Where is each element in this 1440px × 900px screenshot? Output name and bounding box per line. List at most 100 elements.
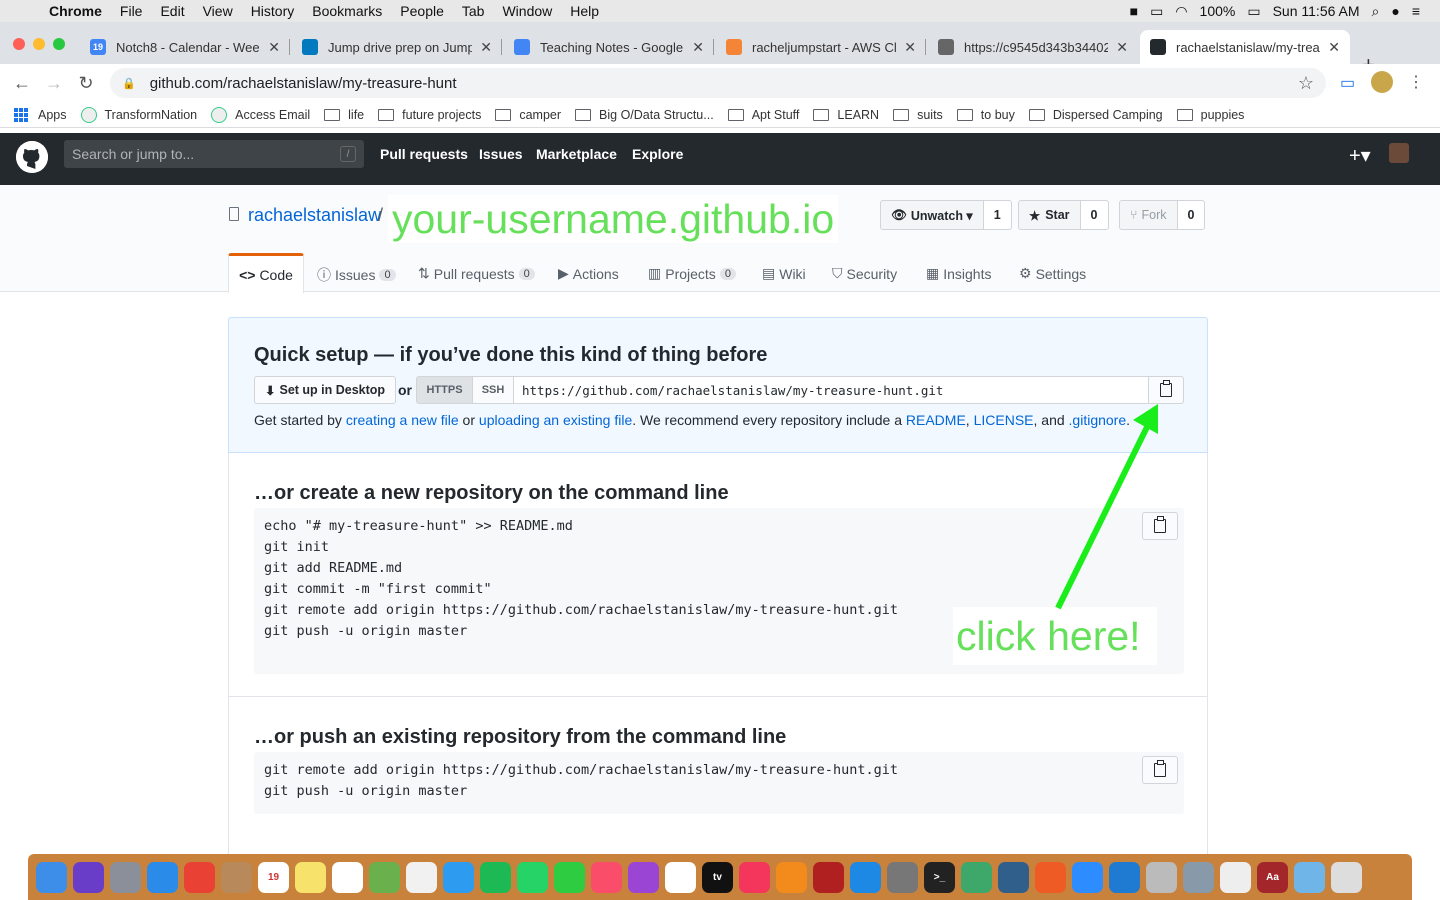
menu-window[interactable]: Window <box>493 3 561 19</box>
tab-settings[interactable]: ⚙ Settings <box>1019 265 1086 282</box>
nav-marketplace[interactable]: Marketplace <box>536 146 617 162</box>
menu-app-name[interactable]: Chrome <box>40 3 111 19</box>
chrome-icon[interactable] <box>184 861 215 893</box>
unwatch-button[interactable]: 👁 Unwatch ▾ <box>880 200 984 230</box>
star-button[interactable]: ★ Star <box>1018 200 1081 230</box>
trash-icon[interactable] <box>1331 861 1362 893</box>
close-tab-icon[interactable]: ✕ <box>692 39 704 56</box>
menu-tab[interactable]: Tab <box>453 3 494 19</box>
bookmark-item[interactable]: suits <box>893 108 943 122</box>
contacts-icon[interactable] <box>221 861 252 893</box>
books-icon[interactable] <box>776 861 807 893</box>
address-bar[interactable]: 🔒 github.com/rachaelstanislaw/my-treasur… <box>110 68 1326 98</box>
close-tab-icon[interactable]: ✕ <box>480 39 492 56</box>
close-tab-icon[interactable]: ✕ <box>268 39 280 56</box>
menu-file[interactable]: File <box>111 3 152 19</box>
battery-percent[interactable]: 100% <box>1200 3 1236 19</box>
vscode-icon[interactable] <box>1109 861 1140 893</box>
bookmark-item[interactable]: life <box>324 108 364 122</box>
browser-tab[interactable]: Teaching Notes - Google D ✕ <box>504 30 714 64</box>
airplay-icon[interactable]: ▭ <box>1150 3 1163 20</box>
zoom-window-button[interactable] <box>53 38 65 50</box>
apple-tv-icon[interactable]: tv <box>702 861 733 893</box>
github-search-input[interactable]: Search or jump to... / <box>64 140 364 168</box>
safari-icon[interactable] <box>147 861 178 893</box>
bookmark-item[interactable]: puppies <box>1176 108 1244 122</box>
ssh-toggle[interactable]: SSH <box>472 376 514 404</box>
tab-insights[interactable]: ▦ Insights <box>926 265 991 282</box>
photos-icon[interactable] <box>406 861 437 893</box>
repo-owner-link[interactable]: rachaelstanislaw <box>248 205 381 226</box>
facetime-icon[interactable] <box>554 861 585 893</box>
close-tab-icon[interactable]: ✕ <box>1116 39 1128 56</box>
menu-people[interactable]: People <box>391 3 453 19</box>
profile-avatar[interactable] <box>1371 71 1393 93</box>
readme-link[interactable]: README <box>906 412 966 428</box>
close-window-button[interactable] <box>13 38 25 50</box>
photo-booth-icon[interactable] <box>813 861 844 893</box>
terminal-icon[interactable]: >_ <box>924 861 955 893</box>
bookmark-item[interactable]: LEARN <box>813 108 879 122</box>
menu-edit[interactable]: Edit <box>151 3 193 19</box>
create-new-dropdown[interactable]: +▾ <box>1349 143 1371 168</box>
whatsapp-icon[interactable] <box>517 861 548 893</box>
preview-icon[interactable] <box>1146 861 1177 893</box>
browser-tab[interactable]: https://c9545d343b34402 ✕ <box>928 30 1138 64</box>
cast-icon[interactable]: ▭ <box>1340 73 1355 93</box>
tab-code[interactable]: <> Code <box>228 253 304 293</box>
copy-clone-url-button[interactable] <box>1148 376 1184 404</box>
nav-issues[interactable]: Issues <box>479 146 523 162</box>
spotlight-search-icon[interactable]: ⌕ <box>1372 3 1380 20</box>
fork-count[interactable]: 0 <box>1177 200 1206 230</box>
menu-view[interactable]: View <box>194 3 242 19</box>
system-preferences-icon[interactable] <box>887 861 918 893</box>
github-logo-icon[interactable] <box>16 141 48 173</box>
browser-tab[interactable]: 19 Notch8 - Calendar - Week o ✕ <box>80 30 290 64</box>
screen-record-icon[interactable]: ■ <box>1130 3 1138 19</box>
bookmark-star-icon[interactable]: ☆ <box>1298 73 1314 94</box>
slack-icon[interactable] <box>665 861 696 893</box>
textedit-icon[interactable] <box>1220 861 1251 893</box>
menu-history[interactable]: History <box>242 3 304 19</box>
browser-tab[interactable]: racheljumpstart - AWS Clou ✕ <box>716 30 926 64</box>
watch-count[interactable]: 1 <box>983 200 1012 230</box>
app-store-icon[interactable] <box>850 861 881 893</box>
news-icon[interactable] <box>739 861 770 893</box>
reload-button[interactable]: ↻ <box>70 73 102 94</box>
image-capture-icon[interactable] <box>1183 861 1214 893</box>
reminders-icon[interactable] <box>332 861 363 893</box>
mysql-workbench-icon[interactable] <box>998 861 1029 893</box>
bookmark-item[interactable]: camper <box>495 108 561 122</box>
notification-center-icon[interactable]: ≡ <box>1412 3 1420 19</box>
bookmark-item[interactable]: Big O/Data Structu... <box>575 108 714 122</box>
dictionary-icon[interactable]: Aa <box>1257 861 1288 893</box>
tab-security[interactable]: ⛉ Security <box>832 265 897 282</box>
nav-explore[interactable]: Explore <box>632 146 683 162</box>
license-link[interactable]: LICENSE <box>974 412 1034 428</box>
maps-icon[interactable] <box>369 861 400 893</box>
minimize-window-button[interactable] <box>33 38 45 50</box>
postman-icon[interactable] <box>1035 861 1066 893</box>
copy-create-code-button[interactable] <box>1142 512 1178 540</box>
launchpad-icon[interactable] <box>110 861 141 893</box>
browser-tab[interactable]: rachaelstanislaw/my-treasu ✕ <box>1140 30 1350 64</box>
podcasts-icon[interactable] <box>628 861 659 893</box>
tab-projects[interactable]: ▥ Projects 0 <box>648 265 736 282</box>
forward-button[interactable]: → <box>38 73 70 94</box>
bookmark-item[interactable]: Access Email <box>211 106 310 123</box>
bookmark-item[interactable]: to buy <box>956 108 1015 122</box>
downloads-folder-icon[interactable] <box>1294 861 1325 893</box>
tab-actions[interactable]: ▶ Actions <box>558 265 619 282</box>
close-tab-icon[interactable]: ✕ <box>1328 39 1340 56</box>
clone-url-field[interactable]: https://github.com/rachaelstanislaw/my-t… <box>513 376 1149 404</box>
bookmark-item[interactable]: Apt Stuff <box>727 108 799 122</box>
music-icon[interactable] <box>591 861 622 893</box>
creating-new-file-link[interactable]: creating a new file <box>346 412 459 428</box>
back-button[interactable]: ← <box>6 73 38 94</box>
zoom-icon[interactable] <box>1072 861 1103 893</box>
finder-icon[interactable] <box>36 861 67 893</box>
nav-pull-requests[interactable]: Pull requests <box>380 146 468 162</box>
siri-icon[interactable] <box>73 861 104 893</box>
tab-issues[interactable]: ⓘ Issues 0 <box>317 265 396 285</box>
https-toggle[interactable]: HTTPS <box>416 376 473 404</box>
